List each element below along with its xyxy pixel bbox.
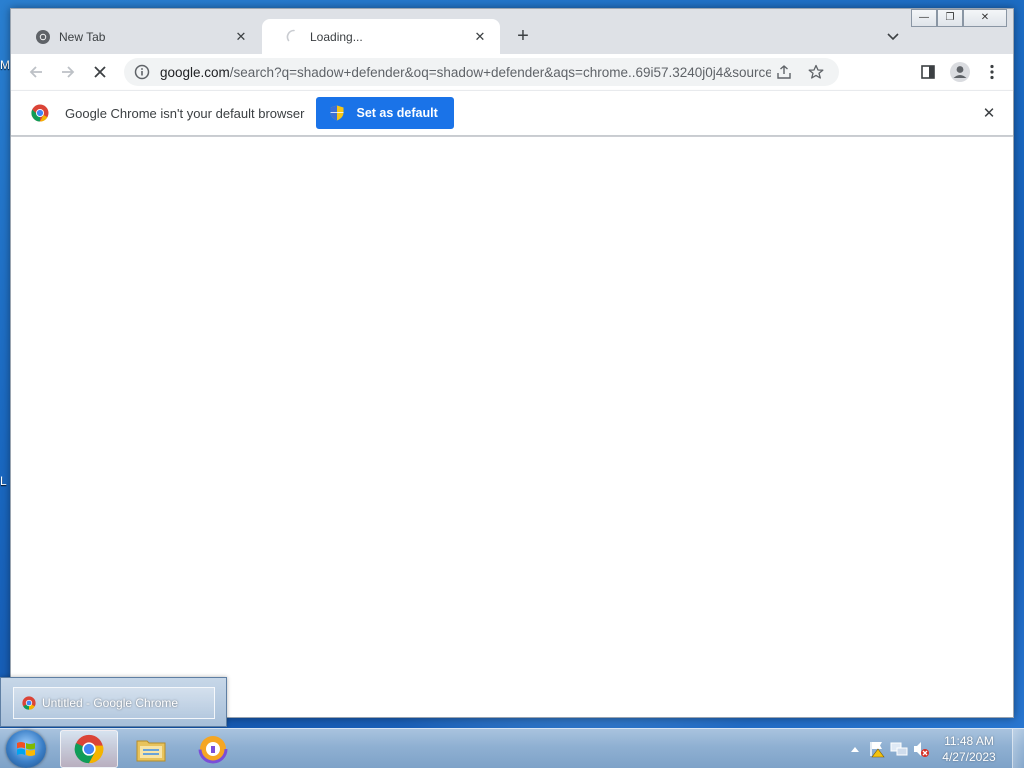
taskbar-explorer-button[interactable] bbox=[122, 730, 180, 768]
action-center-button[interactable] bbox=[866, 738, 888, 760]
infobar-close-icon[interactable]: ✕ bbox=[979, 104, 999, 124]
toolbar-right-actions bbox=[913, 57, 1007, 87]
infobar-message: Google Chrome isn't your default browser bbox=[65, 105, 305, 121]
system-tray: 11:48 AM 4/27/2023 bbox=[844, 729, 1024, 768]
speaker-muted-icon bbox=[914, 742, 929, 757]
new-tab-button[interactable]: + bbox=[511, 25, 535, 49]
profile-button[interactable] bbox=[945, 57, 975, 87]
close-window-button[interactable]: ✕ bbox=[963, 9, 1007, 27]
clock-time: 11:48 AM bbox=[944, 734, 994, 748]
tab-strip: New Tab ✕ Loading... ✕ + — ❐ ✕ bbox=[11, 9, 1013, 54]
profile-avatar-icon bbox=[950, 62, 970, 82]
windows-logo-icon bbox=[17, 742, 35, 756]
desktop-icon-label-fragment: M bbox=[0, 58, 10, 72]
tab-new-tab[interactable]: New Tab ✕ bbox=[11, 19, 261, 54]
side-panel-button[interactable] bbox=[913, 57, 943, 87]
site-info-icon[interactable] bbox=[134, 64, 150, 80]
browser-toolbar: google.com/search?q=shadow+defender&oq=s… bbox=[11, 54, 1013, 90]
desktop-icon-label-fragment: L bbox=[0, 474, 7, 488]
bookmark-button[interactable] bbox=[803, 59, 829, 85]
taskbar-chrome-button[interactable] bbox=[60, 730, 118, 768]
chrome-icon bbox=[74, 734, 104, 764]
show-hidden-icons-button[interactable] bbox=[844, 738, 866, 760]
loading-spinner-icon bbox=[286, 29, 295, 41]
tab-close-icon[interactable]: ✕ bbox=[233, 29, 249, 45]
url-host: google.com bbox=[160, 64, 230, 80]
volume-button[interactable] bbox=[910, 738, 932, 760]
restore-button[interactable]: ❐ bbox=[937, 9, 963, 27]
tab-title: New Tab bbox=[59, 29, 106, 44]
set-as-default-label: Set as default bbox=[356, 106, 438, 120]
url-text: google.com/search?q=shadow+defender&oq=s… bbox=[160, 65, 771, 80]
set-as-default-button[interactable]: Set as default bbox=[316, 97, 454, 129]
back-arrow-icon bbox=[29, 66, 42, 78]
chrome-menu-button[interactable] bbox=[977, 57, 1007, 87]
tab-search-button[interactable] bbox=[881, 25, 905, 49]
taskbar-clock[interactable]: 11:48 AM 4/27/2023 bbox=[932, 733, 1006, 765]
side-panel-icon bbox=[921, 65, 935, 79]
chevron-up-icon bbox=[851, 747, 859, 752]
app-icon bbox=[198, 734, 228, 764]
kebab-menu-icon bbox=[990, 64, 994, 80]
stop-x-icon bbox=[94, 66, 106, 78]
windows-explorer-icon bbox=[136, 740, 166, 762]
share-button[interactable] bbox=[771, 59, 797, 85]
chrome-window: New Tab ✕ Loading... ✕ + — ❐ ✕ google.co… bbox=[10, 8, 1014, 718]
clock-date: 4/27/2023 bbox=[942, 750, 996, 764]
thumbnail-title: Untitled - Google Chrome bbox=[42, 696, 179, 710]
network-button[interactable] bbox=[888, 738, 910, 760]
tab-loading[interactable]: Loading... ✕ bbox=[262, 19, 500, 54]
forward-button[interactable] bbox=[53, 57, 83, 87]
default-browser-infobar: Google Chrome isn't your default browser… bbox=[11, 90, 1013, 136]
chrome-favicon-icon bbox=[36, 29, 50, 44]
windows-taskbar: 11:48 AM 4/27/2023 bbox=[0, 728, 1024, 768]
minimize-button[interactable]: — bbox=[911, 9, 937, 27]
flag-warning-icon bbox=[870, 742, 885, 758]
thumbnail-window-item[interactable]: Untitled - Google Chrome bbox=[13, 687, 215, 719]
page-content-blank[interactable] bbox=[11, 137, 1013, 717]
show-desktop-button[interactable] bbox=[1012, 729, 1024, 768]
back-button[interactable] bbox=[21, 57, 51, 87]
star-icon bbox=[808, 64, 824, 79]
tab-title: Loading... bbox=[310, 29, 363, 44]
chrome-logo-icon bbox=[31, 104, 49, 122]
taskbar-thumbnail-popup: Untitled - Google Chrome bbox=[0, 677, 227, 727]
url-path: /search?q=shadow+defender&oq=shadow+defe… bbox=[229, 64, 771, 80]
forward-arrow-icon bbox=[62, 66, 75, 78]
taskbar-app-button[interactable] bbox=[184, 730, 242, 768]
chrome-logo-icon bbox=[22, 696, 36, 710]
stop-loading-button[interactable] bbox=[85, 57, 115, 87]
window-caption-buttons: — ❐ ✕ bbox=[911, 9, 1007, 27]
network-icon bbox=[890, 742, 908, 756]
start-button[interactable] bbox=[6, 730, 46, 768]
share-icon bbox=[777, 65, 791, 79]
uac-shield-icon bbox=[330, 105, 344, 121]
chevron-down-icon bbox=[887, 33, 899, 41]
address-bar[interactable]: google.com/search?q=shadow+defender&oq=s… bbox=[124, 58, 839, 86]
tab-close-icon[interactable]: ✕ bbox=[472, 29, 488, 45]
